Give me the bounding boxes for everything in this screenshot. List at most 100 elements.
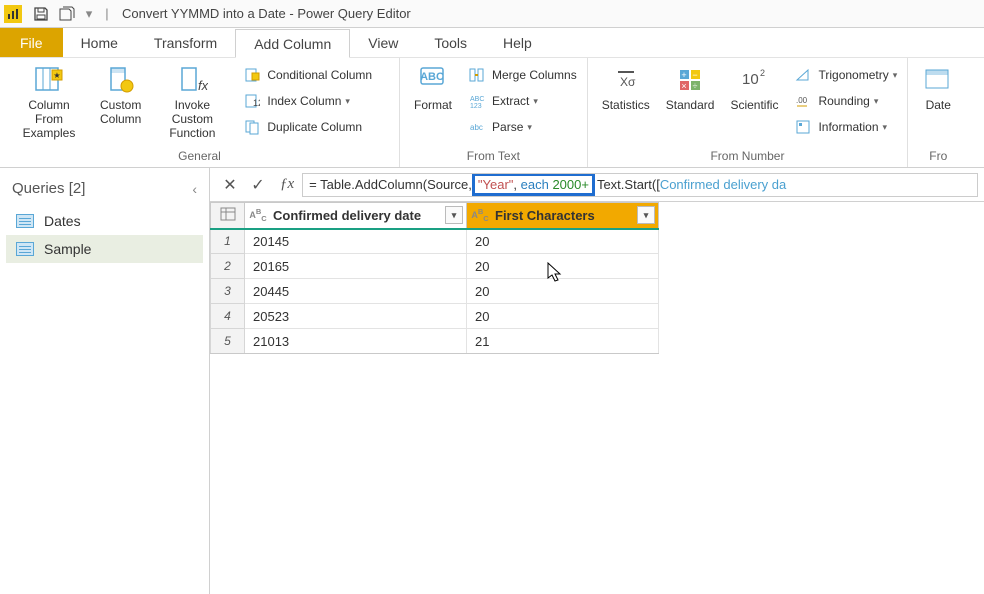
menu-transform[interactable]: Transform [136, 28, 235, 57]
table-row[interactable]: 1 20145 20 [211, 229, 659, 254]
format-icon: ABC [417, 64, 449, 96]
cell[interactable]: 20 [467, 229, 659, 254]
svg-text:★: ★ [53, 71, 60, 80]
grid-corner-cell[interactable] [211, 203, 245, 229]
svg-text:.00: .00 [796, 96, 808, 105]
parse-icon: abc [468, 118, 486, 136]
datatype-text-icon[interactable]: ABC [471, 206, 489, 224]
cell[interactable]: 20445 [245, 279, 467, 304]
cell[interactable]: 20523 [245, 304, 467, 329]
queries-panel-title: Queries [2] [12, 180, 85, 197]
column-header-confirmed-delivery-date[interactable]: ABC Confirmed delivery date ▾ [245, 203, 467, 229]
column-header-label: Confirmed delivery date [273, 208, 421, 223]
table-row[interactable]: 3 20445 20 [211, 279, 659, 304]
menu-view[interactable]: View [350, 28, 416, 57]
btn-column-from-examples[interactable]: ★ Column From Examples [8, 62, 90, 142]
btn-date[interactable]: Date [916, 62, 960, 114]
cell[interactable]: 20145 [245, 229, 467, 254]
btn-statistics[interactable]: Xσ Statistics [596, 62, 656, 114]
table-row[interactable]: 4 20523 20 [211, 304, 659, 329]
duplicate-column-icon [243, 118, 261, 136]
btn-duplicate-column[interactable]: Duplicate Column [239, 114, 376, 140]
collapse-queries-button[interactable]: ‹ [192, 181, 197, 197]
query-item-label: Sample [44, 241, 91, 257]
svg-text:ABC: ABC [420, 71, 444, 83]
cell[interactable]: 21 [467, 329, 659, 354]
ribbon-group-from-date-label: Fro [914, 145, 962, 167]
btn-custom-column-label: Custom Column [100, 98, 141, 126]
table-row[interactable]: 2 20165 20 [211, 254, 659, 279]
cell[interactable]: 20165 [245, 254, 467, 279]
qat-save-button[interactable] [30, 3, 52, 25]
column-filter-button[interactable]: ▾ [445, 206, 463, 224]
menu-file[interactable]: File [0, 28, 63, 57]
btn-merge-columns[interactable]: Merge Columns [464, 62, 581, 88]
row-header[interactable]: 4 [211, 304, 245, 329]
ribbon: ★ Column From Examples Custom Column fx … [0, 58, 984, 168]
formula-accept-button[interactable]: ✓ [244, 171, 272, 199]
btn-duplicate-column-label: Duplicate Column [267, 120, 362, 134]
btn-scientific[interactable]: 102 Scientific [724, 62, 784, 114]
formula-input[interactable]: = Table.AddColumn(Source, "Year", each 2… [302, 173, 978, 197]
btn-extract[interactable]: ABC123 Extract ▾ [464, 88, 581, 114]
cell[interactable]: 20 [467, 254, 659, 279]
btn-index-column[interactable]: 123 Index Column ▾ [239, 88, 376, 114]
merge-columns-icon [468, 66, 486, 84]
svg-text:10: 10 [742, 71, 759, 88]
standard-icon: +−×÷ [674, 64, 706, 96]
btn-conditional-column-label: Conditional Column [267, 68, 372, 82]
table-row[interactable]: 5 21013 21 [211, 329, 659, 354]
formula-cancel-button[interactable]: ✕ [216, 171, 244, 199]
ribbon-group-general: ★ Column From Examples Custom Column fx … [0, 58, 400, 167]
btn-rounding[interactable]: .00 Rounding ▾ [790, 88, 901, 114]
btn-rounding-label: Rounding [818, 94, 869, 108]
row-header[interactable]: 3 [211, 279, 245, 304]
btn-scientific-label: Scientific [730, 98, 778, 112]
column-header-first-characters[interactable]: ABC First Characters ▾ [467, 203, 659, 229]
qat-dropdown-icon[interactable]: ▾ [84, 6, 94, 22]
chevron-down-icon: ▾ [893, 70, 898, 81]
btn-conditional-column[interactable]: Conditional Column [239, 62, 376, 88]
btn-format[interactable]: ABC Format [408, 62, 458, 114]
menu-bar: File Home Transform Add Column View Tool… [0, 28, 984, 58]
query-item-dates[interactable]: Dates [6, 207, 203, 235]
cell[interactable]: 20 [467, 279, 659, 304]
datatype-text-icon[interactable]: ABC [249, 206, 267, 224]
chevron-down-icon: ▾ [345, 96, 350, 107]
statistics-icon: Xσ [610, 64, 642, 96]
formula-text-post: Text.Start([Confirmed delivery da [597, 177, 786, 192]
window-title: Convert YYMMD into a Date - Power Query … [122, 6, 411, 21]
btn-merge-columns-label: Merge Columns [492, 68, 577, 82]
chevron-down-icon: ▾ [527, 122, 532, 133]
svg-text:fx: fx [198, 78, 208, 93]
fx-icon[interactable]: ƒx [280, 176, 294, 193]
row-header[interactable]: 1 [211, 229, 245, 254]
btn-custom-column[interactable]: Custom Column [94, 62, 147, 128]
btn-parse[interactable]: abc Parse ▾ [464, 114, 581, 140]
table-icon [16, 242, 34, 256]
menu-add-column[interactable]: Add Column [235, 29, 350, 58]
invoke-custom-function-icon: fx [176, 64, 208, 96]
conditional-column-icon [243, 66, 261, 84]
btn-standard[interactable]: +−×÷ Standard [660, 62, 721, 114]
column-filter-button[interactable]: ▾ [637, 206, 655, 224]
menu-help[interactable]: Help [485, 28, 550, 57]
row-header[interactable]: 2 [211, 254, 245, 279]
ribbon-group-from-text-label: From Text [406, 145, 581, 167]
btn-trigonometry[interactable]: Trigonometry ▾ [790, 62, 901, 88]
query-item-sample[interactable]: Sample [6, 235, 203, 263]
menu-home[interactable]: Home [63, 28, 136, 57]
btn-information[interactable]: Information ▾ [790, 114, 901, 140]
data-grid[interactable]: ABC Confirmed delivery date ▾ ABC First … [210, 202, 984, 354]
column-header-label: First Characters [495, 208, 595, 223]
qat-saveall-button[interactable] [56, 3, 78, 25]
btn-information-label: Information [818, 120, 878, 134]
row-header[interactable]: 5 [211, 329, 245, 354]
menu-tools[interactable]: Tools [416, 28, 485, 57]
chevron-down-icon: ▾ [874, 96, 879, 107]
cell[interactable]: 20 [467, 304, 659, 329]
ribbon-group-from-date: Date Fro [908, 58, 968, 167]
title-bar: ▾ | Convert YYMMD into a Date - Power Qu… [0, 0, 984, 28]
cell[interactable]: 21013 [245, 329, 467, 354]
btn-invoke-custom-function[interactable]: fx Invoke Custom Function [151, 62, 233, 142]
